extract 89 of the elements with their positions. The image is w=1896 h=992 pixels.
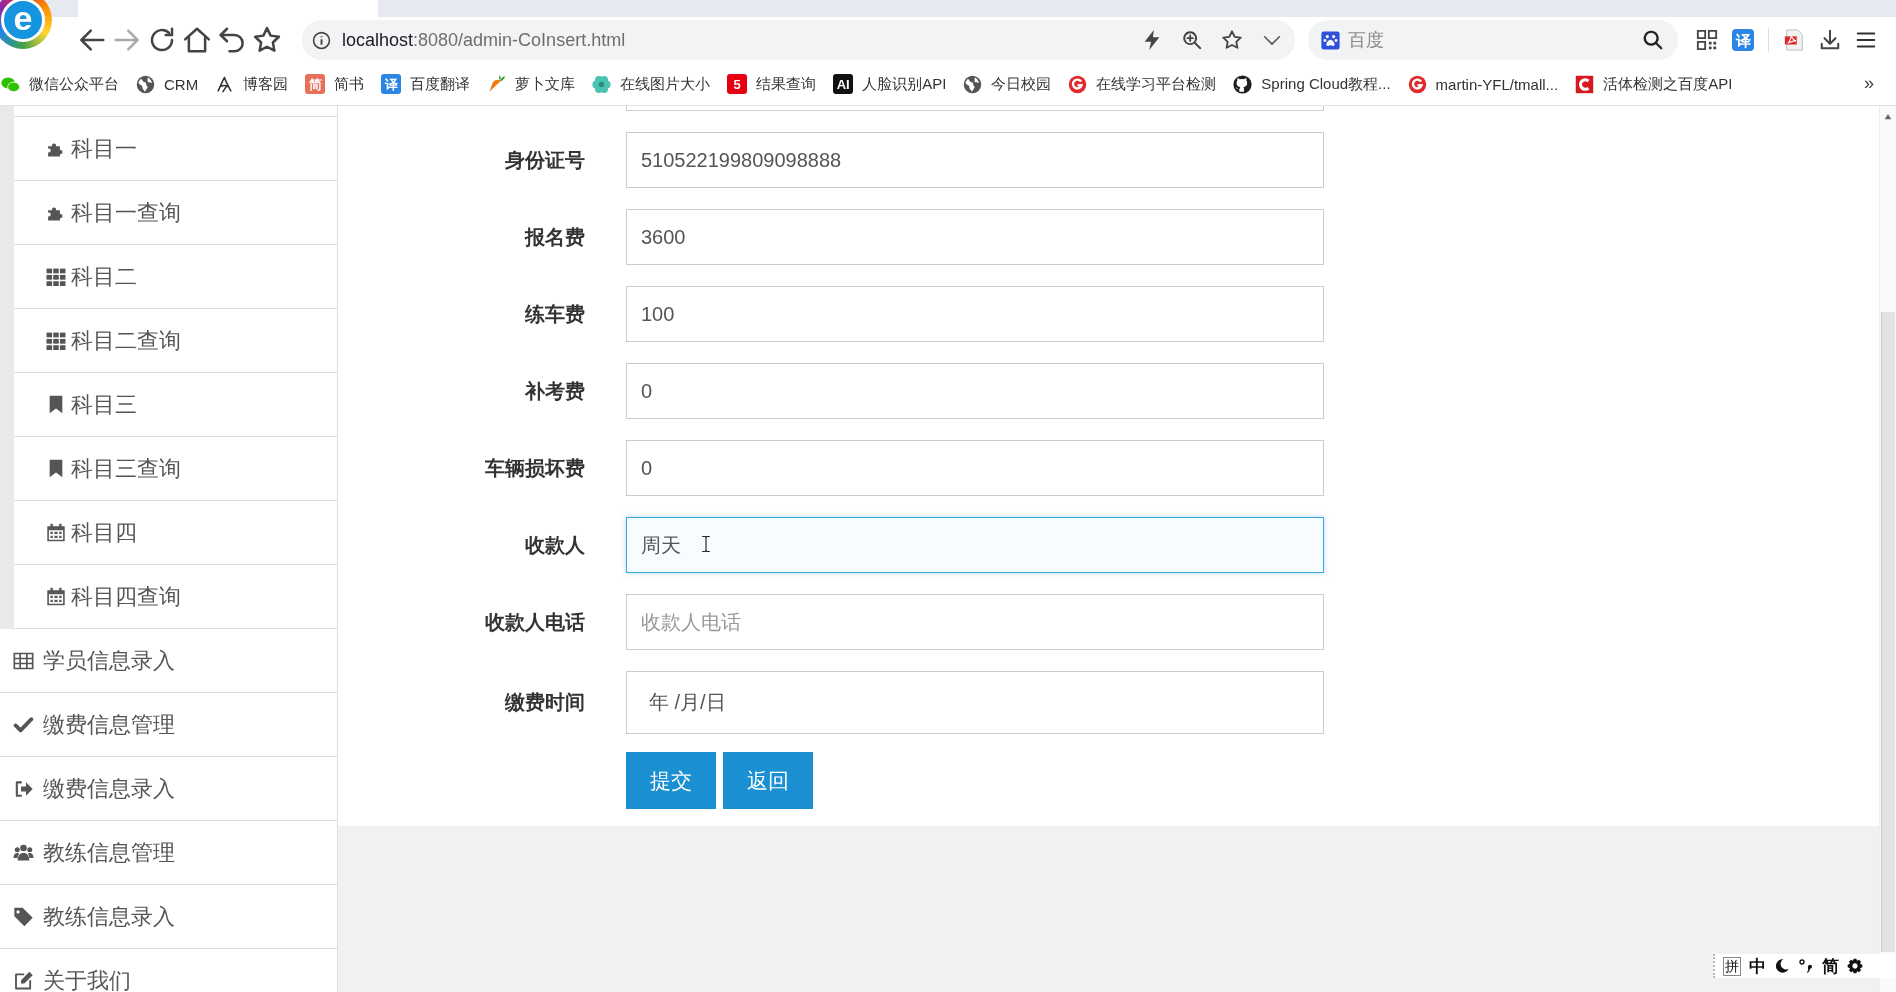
calendar-icon — [46, 523, 66, 542]
submenu-item[interactable]: 科目二 — [14, 245, 337, 309]
input-field[interactable]: 0 — [626, 440, 1324, 496]
text-cursor-icon — [701, 534, 711, 554]
submit-button[interactable]: 提交 — [626, 752, 716, 809]
ring-logo-icon — [1407, 74, 1427, 94]
info-icon — [312, 30, 331, 50]
address-field[interactable]: localhost:8080/admin-CoInsert.html — [302, 20, 1295, 60]
input-field[interactable]: 100 — [626, 286, 1324, 342]
grid-icon — [46, 267, 66, 286]
scroll-up-icon[interactable] — [1883, 113, 1893, 120]
globe-icon — [963, 74, 983, 94]
gear-icon[interactable] — [1847, 958, 1863, 974]
date-field[interactable]: 年 /月/日 — [626, 671, 1324, 734]
submenu-item[interactable]: 科目一查询 — [14, 181, 337, 245]
undo-icon[interactable] — [217, 25, 247, 55]
bookmark-link[interactable]: 简 简书 — [305, 74, 365, 94]
grid-icon[interactable] — [1696, 29, 1718, 51]
more-bookmarks-button[interactable]: » — [1864, 73, 1874, 94]
search-field[interactable]: 百度 — [1308, 20, 1678, 60]
home-icon[interactable] — [182, 25, 212, 55]
ime-mode-button[interactable]: 拼 — [1723, 956, 1741, 976]
scrollbar[interactable] — [1879, 106, 1896, 992]
ime-script-button[interactable]: 简 — [1822, 954, 1839, 978]
bookmark-link[interactable]: 今日校园 — [963, 74, 1052, 94]
field-label: 收款人 — [525, 532, 585, 558]
back-button[interactable]: 返回 — [723, 752, 813, 809]
star-icon[interactable] — [252, 25, 282, 55]
download-icon[interactable] — [1819, 29, 1841, 51]
ring-logo-icon — [1068, 74, 1088, 94]
input-field[interactable]: 周天 — [626, 517, 1324, 573]
field-label: 缴费时间 — [505, 690, 585, 715]
logo-icon: 译 — [381, 74, 402, 94]
scroll-thumb[interactable] — [1881, 312, 1895, 952]
field-label: 练车费 — [525, 301, 585, 327]
punctuation-icon[interactable] — [1798, 958, 1814, 974]
check-icon — [13, 714, 34, 735]
bookmark-link[interactable]: CRM — [136, 74, 199, 94]
ime-language-button[interactable]: 中 — [1749, 954, 1766, 978]
tag-icon — [13, 906, 34, 927]
bookmark-link[interactable]: AI 人脸识别API — [833, 74, 947, 94]
pdf-icon[interactable] — [1783, 29, 1805, 51]
bookmark-link[interactable]: 博客园 — [215, 74, 289, 94]
carrot-icon — [487, 74, 507, 94]
cat-logo-icon — [1233, 74, 1253, 94]
translate-icon[interactable]: 译 — [1732, 29, 1754, 51]
logo-icon: 简 — [305, 74, 326, 94]
submenu-item[interactable]: 科目四 — [14, 501, 337, 565]
square-logo-icon — [1575, 74, 1595, 94]
submenu-item[interactable]: 科目三 — [14, 373, 337, 437]
bookmark-link[interactable]: 在线学习平台检测 — [1068, 74, 1217, 94]
star-icon[interactable] — [1221, 29, 1243, 51]
zoom-in-icon[interactable] — [1181, 29, 1203, 51]
paw-icon — [1321, 31, 1340, 50]
bookmark-link[interactable]: 在线图片大小 — [592, 74, 711, 94]
table-icon — [13, 650, 34, 671]
bookmark-link[interactable]: 萝卜文库 — [487, 74, 576, 94]
globe-icon — [136, 74, 155, 94]
bookmark-link[interactable]: 活体检测之百度API — [1575, 74, 1733, 94]
field-label: 报名费 — [525, 224, 585, 250]
bookmark-link[interactable]: 译 百度翻译 — [381, 74, 471, 94]
field-label: 补考费 — [525, 378, 585, 404]
flower-icon — [592, 74, 612, 94]
submenu-item[interactable]: 科目一 — [14, 117, 337, 181]
logo-icon: AI — [833, 74, 854, 94]
input-field[interactable]: 收款人电话 — [626, 594, 1324, 650]
brush-logo-icon — [215, 74, 235, 94]
input-field[interactable]: 3600 — [626, 209, 1324, 265]
submenu-item[interactable]: 科目二查询 — [14, 309, 337, 373]
edit-icon — [13, 970, 34, 991]
field-label: 收款人电话 — [485, 609, 585, 635]
input-field[interactable]: 510522199809098888 — [626, 132, 1324, 188]
field-label: 车辆损坏费 — [485, 455, 585, 481]
calendar-icon — [46, 587, 66, 606]
search-icon[interactable] — [1642, 29, 1664, 51]
bookmark-link[interactable]: martin-YFL/tmall... — [1407, 74, 1559, 94]
submenu-item[interactable]: 科目三查询 — [14, 437, 337, 501]
input-field[interactable]: 0 — [626, 363, 1324, 419]
users-icon — [13, 842, 34, 863]
bookmark-link[interactable]: 5 结果查询 — [727, 74, 817, 94]
bookmark-link[interactable]: 微信公众平台 — [1, 74, 119, 94]
submenu-item[interactable]: 科目四查询 — [14, 565, 337, 629]
exit-icon — [13, 778, 34, 799]
input-field[interactable] — [626, 106, 1324, 111]
grid-icon — [46, 331, 66, 350]
field-label: 身份证号 — [505, 147, 585, 173]
logo-icon: 5 — [727, 74, 748, 94]
moon-icon[interactable] — [1774, 958, 1790, 974]
bookmark-link[interactable]: Spring Cloud教程... — [1233, 74, 1391, 94]
